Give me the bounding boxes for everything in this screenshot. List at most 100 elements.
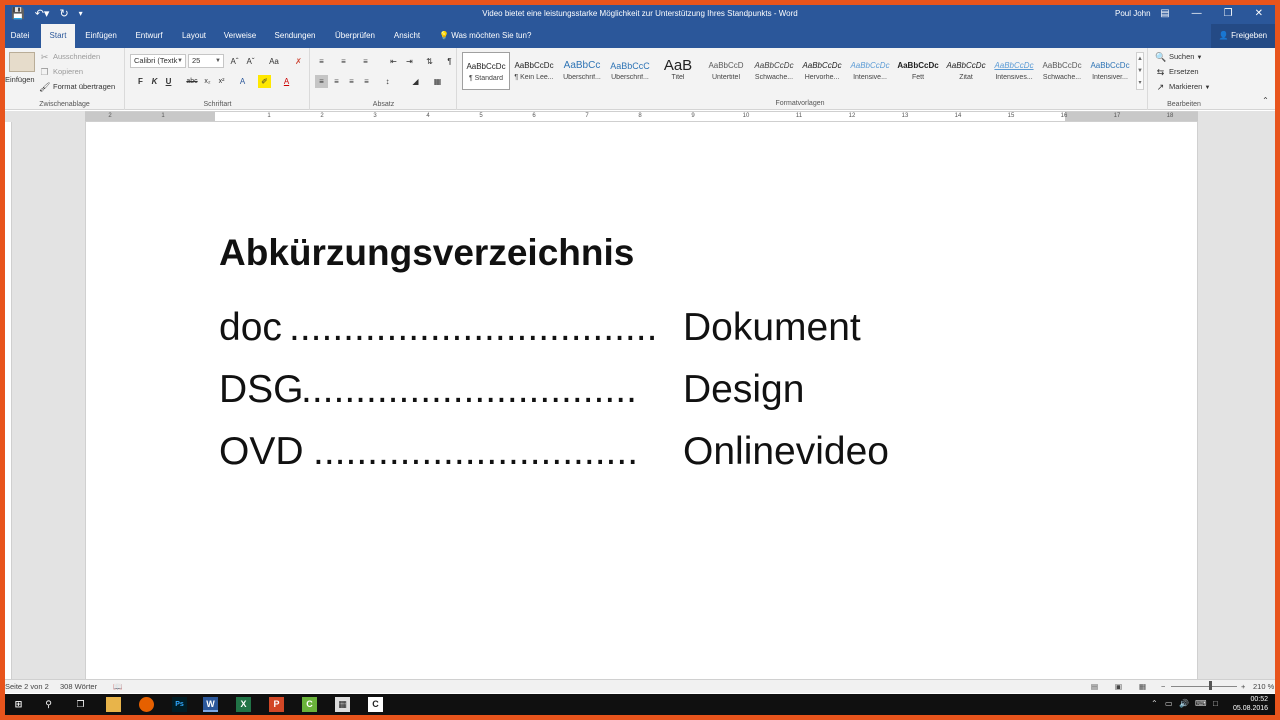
replace-button[interactable]: ⇆Ersetzen <box>1155 67 1199 77</box>
task-view-icon[interactable]: ❐ <box>73 697 88 712</box>
strikethrough-button[interactable]: abc <box>184 75 200 88</box>
web-layout-icon[interactable]: ▦ <box>1139 682 1146 691</box>
calculator-icon[interactable]: ▦ <box>335 697 350 712</box>
restore-icon[interactable]: ❐ <box>1224 7 1233 21</box>
subscript-button[interactable]: x₂ <box>201 75 214 88</box>
bullets-icon[interactable]: ≡ <box>315 55 328 68</box>
justify-icon[interactable]: ≡ <box>360 75 373 88</box>
zoom-level[interactable]: 210 % <box>1253 682 1274 691</box>
decrease-indent-icon[interactable]: ⇤ <box>387 55 400 68</box>
word-icon[interactable]: W <box>203 697 218 712</box>
proofing-icon[interactable]: 📖 <box>113 682 122 691</box>
font-size-field[interactable]: 25▼ <box>188 54 224 68</box>
close-icon[interactable]: ✕ <box>1255 7 1263 21</box>
person-icon: 👤 <box>1219 31 1229 40</box>
zoom-out-icon[interactable]: − <box>1161 682 1165 691</box>
copy-button[interactable]: ❐Kopieren <box>39 67 83 77</box>
status-bar: Seite 2 von 2 308 Wörter 📖 ▤ ▣ ▦ − + 210… <box>5 679 1275 693</box>
find-button[interactable]: 🔍Suchen ▼ <box>1155 52 1202 62</box>
camtasia-icon[interactable]: C <box>302 697 317 712</box>
firefox-icon[interactable] <box>139 697 154 712</box>
font-color-icon[interactable]: A <box>280 75 293 88</box>
numbering-icon[interactable]: ≡ <box>337 55 350 68</box>
notifications-icon[interactable]: □ <box>1213 699 1218 708</box>
superscript-button[interactable]: x² <box>215 75 228 88</box>
read-mode-icon[interactable]: ▤ <box>1091 682 1098 691</box>
multilevel-list-icon[interactable]: ≡ <box>359 55 372 68</box>
tell-me-box[interactable]: 💡 Was möchten Sie tun? <box>439 24 531 48</box>
highlight-icon[interactable]: ✐ <box>258 75 271 88</box>
tab-view[interactable]: Ansicht <box>389 24 425 48</box>
text-effects-icon[interactable]: A <box>236 75 249 88</box>
format-painter-button[interactable]: 🖌Format übertragen <box>39 82 115 92</box>
word-count[interactable]: 308 Wörter <box>60 682 97 691</box>
document-page[interactable]: Abkürzungsverzeichnis doc ..............… <box>85 122 1198 679</box>
volume-icon[interactable]: 🔊 <box>1179 699 1189 708</box>
align-right-icon[interactable]: ≡ <box>345 75 358 88</box>
powerpoint-icon[interactable]: P <box>269 697 284 712</box>
align-left-icon[interactable]: ≡ <box>315 75 328 88</box>
excel-icon[interactable]: X <box>236 697 251 712</box>
zoom-in-icon[interactable]: + <box>1241 682 1245 691</box>
change-case-button[interactable]: Aa <box>264 55 284 68</box>
collapse-ribbon-icon[interactable]: ⌃ <box>1259 94 1272 107</box>
borders-icon[interactable]: ▦ <box>431 75 444 88</box>
paste-icon[interactable] <box>9 52 35 72</box>
vertical-ruler[interactable] <box>5 122 12 679</box>
bold-button[interactable]: F <box>134 75 147 88</box>
shading-icon[interactable]: ◢ <box>409 75 422 88</box>
search-icon[interactable]: ⚲ <box>41 697 56 712</box>
font-name-field[interactable]: Calibri (Textk▼ <box>130 54 186 68</box>
line-spacing-icon[interactable]: ↕ <box>381 75 394 88</box>
zoom-slider[interactable] <box>1171 686 1237 687</box>
minimize-icon[interactable]: — <box>1192 7 1202 21</box>
keyboard-icon[interactable]: ⌨ <box>1195 699 1207 708</box>
tab-references[interactable]: Verweise <box>219 24 261 48</box>
print-layout-icon[interactable]: ▣ <box>1115 682 1122 691</box>
copy-icon: ❐ <box>39 67 50 77</box>
share-button[interactable]: 👤 Freigeben <box>1211 24 1275 48</box>
cut-button[interactable]: ✂Ausschneiden <box>39 52 100 62</box>
italic-button[interactable]: K <box>148 75 161 88</box>
ruler-right-margin <box>1065 112 1198 121</box>
clock[interactable]: 00:52 05.08.2016 <box>1233 695 1268 713</box>
grow-font-icon[interactable]: Aˆ <box>228 55 241 68</box>
tab-insert[interactable]: Einfügen <box>81 24 121 48</box>
ruler-number: 8 <box>634 112 646 121</box>
select-button[interactable]: ↗Markieren ▼ <box>1155 82 1210 92</box>
ruler-number: 12 <box>846 112 858 121</box>
tab-file[interactable]: Datei <box>5 24 35 48</box>
clear-formatting-icon[interactable]: ✗ <box>292 55 305 68</box>
page-count[interactable]: Seite 2 von 2 <box>5 682 49 691</box>
tab-mailings[interactable]: Sendungen <box>269 24 321 48</box>
network-icon[interactable]: ▭ <box>1165 699 1173 708</box>
tab-start[interactable]: Start <box>41 24 75 48</box>
user-name[interactable]: Poul John <box>1115 9 1151 18</box>
tray-chevron-icon[interactable]: ⌃ <box>1151 699 1158 708</box>
tab-review[interactable]: Überprüfen <box>329 24 381 48</box>
leader-dots: .................................. <box>289 306 657 350</box>
paste-button[interactable]: Einfügen <box>5 75 35 84</box>
show-marks-button[interactable]: ¶ <box>443 55 456 68</box>
clipboard-group: Einfügen ✂Ausschneiden ❐Kopieren 🖌Format… <box>5 48 125 110</box>
underline-button[interactable]: U <box>162 75 175 88</box>
paragraph-label: Absatz <box>311 101 456 108</box>
lightbulb-icon: 💡 <box>439 31 449 40</box>
photoshop-icon[interactable]: Ps <box>172 697 187 712</box>
ribbon-display-icon[interactable]: ▤ <box>1160 7 1169 21</box>
abbreviation: DSG <box>219 368 304 412</box>
tab-design[interactable]: Entwurf <box>129 24 169 48</box>
document-heading[interactable]: Abkürzungsverzeichnis <box>219 232 634 274</box>
camtasia-recorder-icon[interactable]: C <box>368 697 383 712</box>
ruler-number: 9 <box>687 112 699 121</box>
increase-indent-icon[interactable]: ⇥ <box>403 55 416 68</box>
shrink-font-icon[interactable]: Aˇ <box>244 55 257 68</box>
zoom-slider-thumb[interactable] <box>1209 681 1212 690</box>
sort-icon[interactable]: ⇅ <box>423 55 436 68</box>
ruler-number: 17 <box>1111 112 1123 121</box>
tab-layout[interactable]: Layout <box>177 24 211 48</box>
windows-start-icon[interactable]: ⊞ <box>11 697 26 712</box>
align-center-icon[interactable]: ≡ <box>330 75 343 88</box>
file-explorer-icon[interactable] <box>106 697 121 712</box>
horizontal-ruler[interactable]: 2 1 1 2 3 4 5 6 7 8 9 10 11 12 13 14 15 … <box>85 111 1198 122</box>
